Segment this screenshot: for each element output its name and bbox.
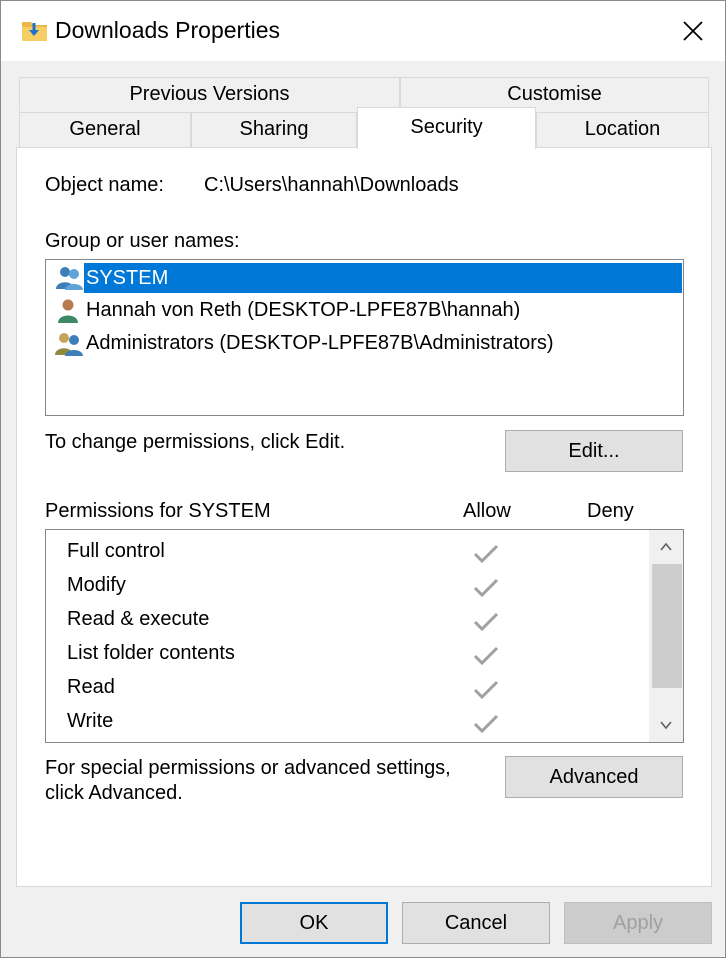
list-item-system[interactable]: SYSTEM — [52, 262, 682, 294]
allow-check-icon — [471, 643, 501, 669]
tab-general[interactable]: General — [19, 112, 191, 147]
allow-column-header: Allow — [463, 500, 511, 522]
window-title: Downloads Properties — [55, 17, 281, 43]
advanced-text-line-2: click Advanced. — [45, 782, 183, 804]
close-icon — [683, 21, 703, 41]
permission-row: Write — [67, 706, 647, 740]
allow-check-icon — [471, 575, 501, 601]
allow-check-icon — [471, 609, 501, 635]
permissions-for-label: Permissions for SYSTEM — [45, 500, 271, 522]
tab-sharing[interactable]: Sharing — [191, 112, 357, 147]
folder-downloads-icon — [21, 17, 49, 43]
list-item-label: Administrators (DESKTOP-LPFE87B\Administ… — [86, 332, 554, 354]
allow-check-icon — [471, 711, 501, 737]
permission-row: List folder contents — [67, 638, 647, 672]
object-name-label: Object name: — [45, 174, 164, 196]
list-item-label: SYSTEM — [84, 263, 682, 293]
permission-name: Write — [67, 710, 114, 732]
tab-customise[interactable]: Customise — [400, 77, 709, 111]
permission-name: Modify — [67, 574, 126, 596]
list-item-label: Hannah von Reth (DESKTOP-LPFE87B\hannah) — [86, 299, 521, 321]
chevron-down-icon — [660, 721, 672, 730]
user-list[interactable]: SYSTEM Hannah von Reth (DESKTOP-LPFE87B\… — [45, 259, 684, 416]
list-item-hannah[interactable]: Hannah von Reth (DESKTOP-LPFE87B\hannah) — [52, 295, 682, 327]
apply-button[interactable]: Apply — [564, 902, 712, 944]
deny-column-header: Deny — [587, 500, 634, 522]
permission-row: Modify — [67, 570, 647, 604]
permissions-list[interactable]: Full control Modify Read & execute List fol… — [45, 529, 684, 743]
scroll-thumb[interactable] — [652, 564, 682, 688]
properties-dialog: Downloads Properties Previous Versions C… — [0, 0, 726, 958]
scroll-up-button[interactable] — [649, 530, 683, 564]
permission-name: Full control — [67, 540, 165, 562]
permission-name: Read — [67, 676, 115, 698]
permission-row: Read & execute — [67, 604, 647, 638]
group-or-user-names-label: Group or user names: — [45, 230, 240, 252]
allow-check-icon — [471, 677, 501, 703]
user-icon — [54, 298, 84, 324]
permission-name: List folder contents — [67, 642, 235, 664]
scroll-down-button[interactable] — [649, 708, 683, 742]
admin-group-icon — [54, 331, 84, 357]
ok-button[interactable]: OK — [240, 902, 388, 944]
tab-previous-versions[interactable]: Previous Versions — [19, 77, 400, 111]
change-permissions-text: To change permissions, click Edit. — [45, 431, 346, 453]
edit-button[interactable]: Edit... — [505, 430, 683, 472]
cancel-button[interactable]: Cancel — [402, 902, 550, 944]
allow-check-icon — [471, 541, 501, 567]
tab-location[interactable]: Location — [536, 112, 709, 147]
list-item-administrators[interactable]: Administrators (DESKTOP-LPFE87B\Administ… — [52, 328, 682, 360]
permission-row: Full control — [67, 536, 647, 570]
permission-row: Read — [67, 672, 647, 706]
chevron-up-icon — [660, 542, 672, 551]
permission-name: Read & execute — [67, 608, 210, 630]
object-name-value: C:\Users\hannah\Downloads — [204, 174, 459, 196]
tab-security[interactable]: Security — [357, 107, 536, 149]
advanced-button[interactable]: Advanced — [505, 756, 683, 798]
permissions-scrollbar[interactable] — [649, 530, 683, 742]
title-bar[interactable]: Downloads Properties — [1, 1, 725, 61]
advanced-text-line-1: For special permissions or advanced sett… — [45, 757, 451, 779]
user-group-icon — [54, 265, 84, 291]
close-button[interactable] — [671, 9, 715, 53]
